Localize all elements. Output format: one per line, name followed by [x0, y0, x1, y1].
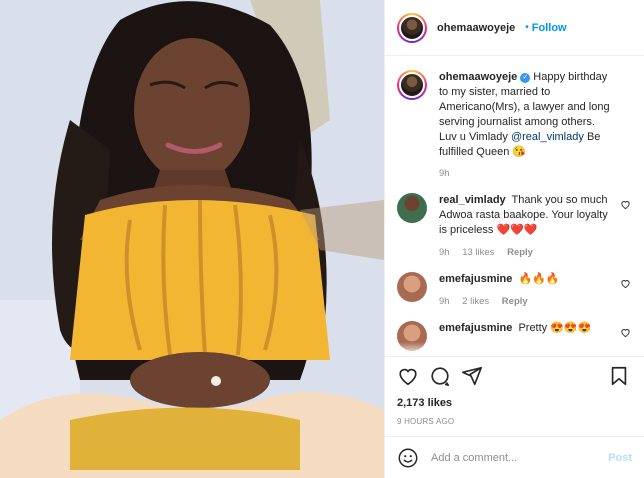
caption: ohemaawoyeje ✓ Happy birthday to my sister…	[397, 70, 632, 179]
caption-text: ohemaawoyeje ✓ Happy birthday to my sister…	[439, 70, 612, 160]
action-icons	[397, 365, 632, 389]
comment-content: 🔥🔥🔥	[518, 273, 560, 285]
post-actions: 2,173 likes 9 HOURS AGO Post	[385, 356, 644, 478]
add-comment-input[interactable]	[431, 451, 609, 464]
emoji-icon[interactable]	[397, 447, 419, 469]
post-header: ohemaawoyeje • Follow	[385, 0, 644, 56]
reply-button[interactable]: Reply	[502, 296, 528, 307]
verified-badge-icon: ✓	[520, 73, 531, 83]
reply-button[interactable]: Reply	[507, 247, 533, 258]
comment-likes[interactable]: 13 likes	[462, 247, 494, 258]
comment-row: real_vimlady Thank you so much Adwoa ras…	[397, 193, 632, 258]
post-photo-illustration	[0, 0, 384, 478]
caption-time: 9h	[439, 168, 450, 179]
comment-text: real_vimlady Thank you so much Adwoa ras…	[439, 193, 612, 238]
commenter-username[interactable]: emefajusmine	[439, 322, 512, 334]
comment-like-heart-icon[interactable]	[620, 199, 632, 211]
comment-text: emefajusmine Pretty 😍😍😍	[439, 321, 612, 336]
author-avatar-image	[399, 14, 425, 41]
follow-button[interactable]: Follow	[532, 22, 567, 34]
comment-body: emefajusmine 🔥🔥🔥 9h 2 likes Reply	[439, 272, 632, 307]
heart-icon[interactable]	[397, 365, 421, 389]
add-comment-row: Post	[385, 436, 644, 478]
caption-username[interactable]: ohemaawoyeje	[439, 71, 517, 83]
comments-fade	[385, 342, 644, 356]
caption-body: ohemaawoyeje ✓ Happy birthday to my sister…	[439, 70, 632, 179]
commenter-avatar[interactable]	[397, 193, 427, 223]
caption-avatar[interactable]	[397, 70, 427, 100]
caption-avatar-image	[399, 72, 425, 98]
comment-body: real_vimlady Thank you so much Adwoa ras…	[439, 193, 632, 258]
comment-likes[interactable]: 2 likes	[462, 296, 489, 307]
caption-meta: 9h	[439, 168, 612, 179]
comment-meta: 9h 13 likes Reply	[439, 247, 612, 258]
commenter-username[interactable]: real_vimlady	[439, 194, 506, 206]
comment-time: 9h	[439, 296, 450, 307]
post-side-panel: ohemaawoyeje • Follow ohemaawoyeje ✓ Happy…	[384, 0, 644, 478]
comment-row: emefajusmine 🔥🔥🔥 9h 2 likes Reply	[397, 272, 632, 307]
comment-text: emefajusmine 🔥🔥🔥	[439, 272, 612, 287]
share-icon[interactable]	[461, 365, 485, 389]
comment-icon[interactable]	[429, 365, 453, 389]
post-photo[interactable]	[0, 0, 384, 478]
post-timestamp: 9 HOURS AGO	[397, 417, 455, 426]
comment-like-heart-icon[interactable]	[620, 278, 632, 290]
likes-count[interactable]: 2,173 likes	[397, 397, 632, 409]
instagram-post: ohemaawoyeje • Follow ohemaawoyeje ✓ Happy…	[0, 0, 644, 478]
comments-list[interactable]: ohemaawoyeje ✓ Happy birthday to my sister…	[385, 56, 644, 356]
commenter-username[interactable]: emefajusmine	[439, 273, 512, 285]
comment-content: Pretty 😍😍😍	[518, 322, 592, 334]
post-comment-button[interactable]: Post	[608, 452, 632, 464]
caption-mention[interactable]: @real_vimlady	[511, 131, 584, 143]
commenter-avatar[interactable]	[397, 272, 427, 302]
bookmark-icon[interactable]	[608, 365, 632, 389]
comment-body: emefajusmine Pretty 😍😍😍	[439, 321, 632, 336]
separator-dot: •	[525, 22, 529, 33]
comment-like-heart-icon[interactable]	[620, 327, 632, 339]
comment-meta: 9h 2 likes Reply	[439, 296, 612, 307]
comment-time: 9h	[439, 247, 450, 258]
author-username[interactable]: ohemaawoyeje	[437, 22, 515, 34]
author-avatar[interactable]	[397, 12, 427, 43]
